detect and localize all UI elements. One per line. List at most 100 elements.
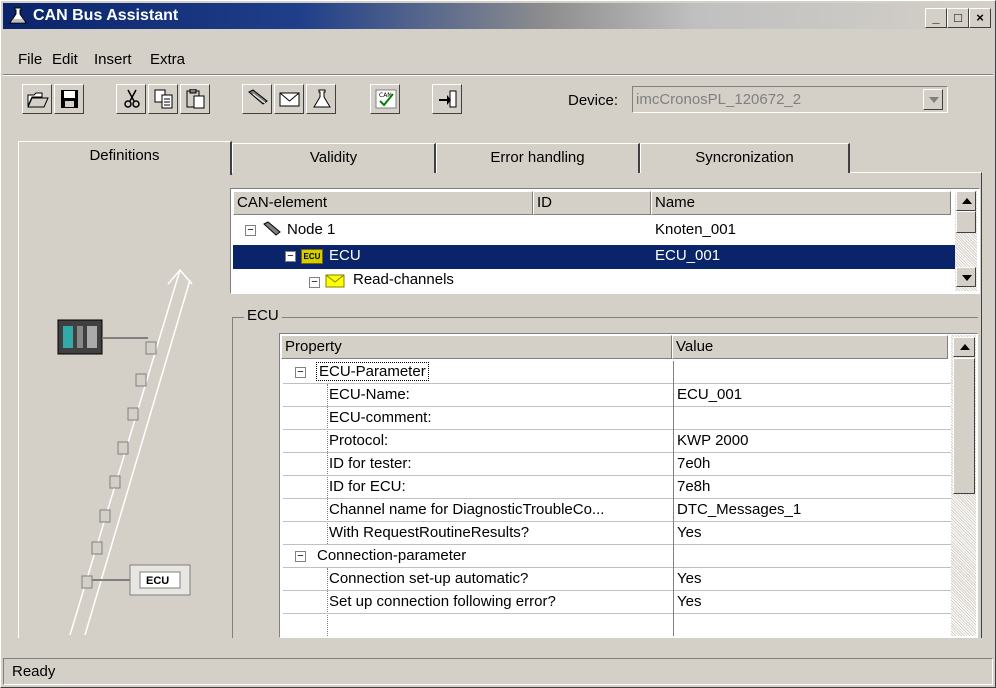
message-icon <box>325 274 345 288</box>
save-button[interactable] <box>54 84 84 114</box>
title-bar[interactable]: CAN Bus Assistant _ □ × <box>3 3 993 29</box>
tree-item-ecu[interactable]: ECU <box>329 247 361 264</box>
column-header-property[interactable]: Property <box>281 335 672 359</box>
property-value[interactable]: Yes <box>677 524 701 541</box>
import-button[interactable] <box>432 84 462 114</box>
column-divider <box>673 384 674 407</box>
column-header-id[interactable]: ID <box>533 191 651 215</box>
property-row[interactable]: With RequestRoutineResults? Yes <box>283 522 951 545</box>
property-value[interactable]: 7e8h <box>677 478 710 495</box>
column-divider <box>673 591 674 614</box>
property-value[interactable]: KWP 2000 <box>677 432 748 449</box>
copy-button[interactable] <box>148 84 178 114</box>
property-row[interactable]: Channel name for DiagnosticTroubleCo... … <box>283 499 951 522</box>
property-name: ECU-comment: <box>329 409 432 426</box>
tree-item-read-channels[interactable]: Read-channels <box>353 271 454 288</box>
section-ecu-parameter: ECU-Parameter <box>316 362 429 381</box>
open-button[interactable] <box>22 84 52 114</box>
status-bar: Ready <box>3 658 993 685</box>
maximize-button[interactable]: □ <box>947 8 969 28</box>
open-folder-icon <box>27 92 49 108</box>
property-row[interactable]: Connection set-up automatic? Yes <box>283 568 951 591</box>
tree-item-node-name: Knoten_001 <box>655 221 736 238</box>
tree-item-node[interactable]: Node 1 <box>287 221 335 238</box>
column-header-name[interactable]: Name <box>651 191 951 215</box>
collapse-icon[interactable]: − <box>309 277 320 288</box>
window-title: CAN Bus Assistant <box>33 7 179 24</box>
tab-syncronization[interactable]: Syncronization <box>640 143 850 173</box>
tree-scroll-thumb[interactable] <box>956 211 976 233</box>
property-row[interactable]: ECU-comment: <box>283 407 951 430</box>
paste-icon <box>186 89 205 109</box>
property-value[interactable]: Yes <box>677 570 701 587</box>
column-divider <box>673 545 674 568</box>
save-icon <box>61 90 78 108</box>
property-row[interactable]: ID for ECU: 7e8h <box>283 476 951 499</box>
menu-file-label: File <box>18 51 43 68</box>
collapse-icon[interactable]: − <box>285 251 296 262</box>
property-row[interactable]: ID for tester: 7e0h <box>283 453 951 476</box>
menu-edit-label: Edit <box>52 51 78 68</box>
node-icon <box>263 221 281 236</box>
tab-definitions-label: Definitions <box>89 147 160 164</box>
tree-scroll-down[interactable] <box>956 267 976 287</box>
device-dropdown-button[interactable] <box>923 89 943 110</box>
menu-extra[interactable]: Extra <box>150 51 185 68</box>
close-button[interactable]: × <box>969 8 991 28</box>
property-section-row[interactable]: − Connection-parameter <box>283 545 951 568</box>
property-value[interactable]: 7e0h <box>677 455 710 472</box>
property-row-partial[interactable] <box>283 614 951 636</box>
can-element-list[interactable]: CAN-element ID Name − Node 1 Knoten_001 … <box>230 188 980 294</box>
column-header-value[interactable]: Value <box>672 335 948 359</box>
property-value[interactable]: DTC_Messages_1 <box>677 501 801 518</box>
property-name: ID for ECU: <box>329 478 406 495</box>
property-value[interactable]: ECU_001 <box>677 386 742 403</box>
property-value[interactable]: Yes <box>677 593 701 610</box>
message-icon <box>279 92 300 107</box>
node-button[interactable] <box>242 84 272 114</box>
property-scroll-thumb[interactable] <box>953 358 975 494</box>
chevron-up-icon <box>960 344 970 350</box>
tab-error-handling-label: Error handling <box>490 149 585 166</box>
chevron-up-icon <box>962 198 972 204</box>
device-select-value: imcCronosPL_120672_2 <box>636 91 802 108</box>
status-text: Ready <box>12 663 56 680</box>
column-header-can-element[interactable]: CAN-element <box>233 191 533 215</box>
menu-file[interactable]: File <box>18 51 42 68</box>
column-divider <box>673 453 674 476</box>
property-row[interactable]: Set up connection following error? Yes <box>283 591 951 614</box>
tab-validity[interactable]: Validity <box>232 143 436 173</box>
property-row[interactable]: Protocol: KWP 2000 <box>283 430 951 453</box>
flask-button[interactable] <box>306 84 336 114</box>
property-section-row[interactable]: − ECU-Parameter <box>283 361 951 384</box>
collapse-icon[interactable]: − <box>245 225 256 236</box>
menu-edit[interactable]: Edit <box>52 51 78 68</box>
tree-scroll-up[interactable] <box>956 191 976 211</box>
flask-app-icon <box>9 7 27 24</box>
section-connection-parameter: Connection-parameter <box>317 547 467 564</box>
tab-error-handling[interactable]: Error handling <box>436 143 640 173</box>
minimize-button[interactable]: _ <box>925 8 947 28</box>
property-name: With RequestRoutineResults? <box>329 524 530 541</box>
property-name: Protocol: <box>329 432 389 449</box>
collapse-icon[interactable]: − <box>295 551 306 562</box>
property-scroll-up[interactable] <box>953 337 975 357</box>
cut-button[interactable] <box>116 84 146 114</box>
paste-button[interactable] <box>180 84 210 114</box>
tab-definitions[interactable]: Definitions <box>18 141 232 175</box>
menu-insert[interactable]: Insert <box>94 51 132 68</box>
collapse-icon[interactable]: − <box>295 367 306 378</box>
tree-item-ecu-name: ECU_001 <box>655 247 721 264</box>
device-select[interactable]: imcCronosPL_120672_2 <box>632 86 948 113</box>
cut-icon <box>124 89 140 108</box>
chevron-down-icon <box>929 97 939 103</box>
message-button[interactable] <box>274 84 304 114</box>
flask-icon <box>313 89 331 108</box>
ecu-group-label: ECU <box>244 307 282 324</box>
menu-insert-label: Insert <box>94 51 132 68</box>
can-check-button[interactable]: CAN <box>370 84 400 114</box>
ecu-box-label: ECU <box>146 575 170 587</box>
node-icon <box>248 89 268 105</box>
property-row[interactable]: ECU-Name: ECU_001 <box>283 384 951 407</box>
column-divider <box>673 407 674 430</box>
